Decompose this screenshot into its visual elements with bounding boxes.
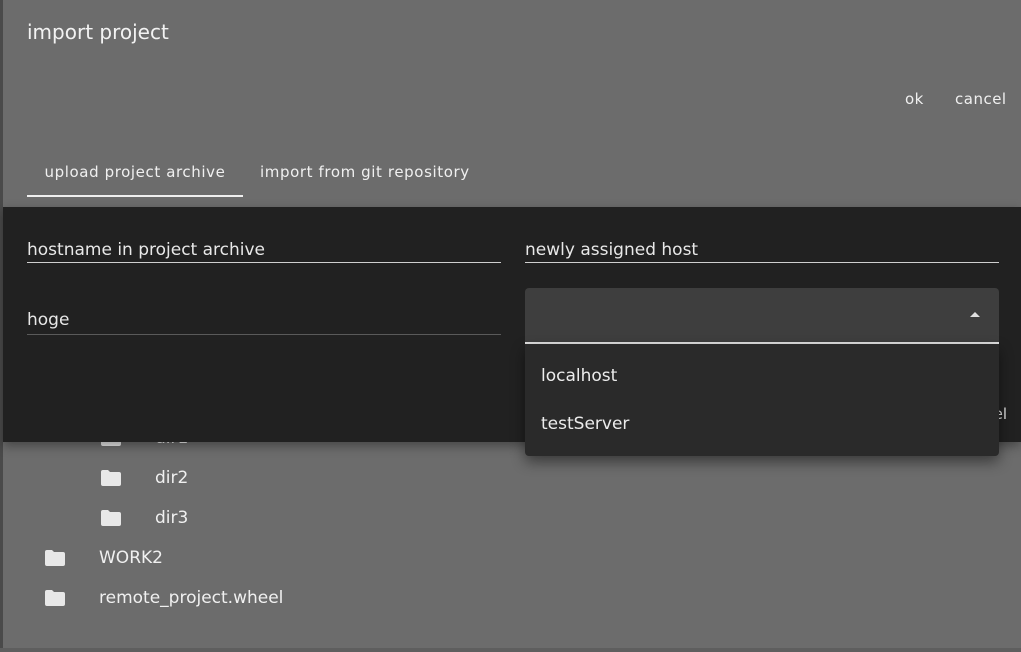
window-bottom-edge <box>0 648 1021 652</box>
caret-up-icon <box>970 312 980 317</box>
dialog-title: import project <box>27 20 169 44</box>
cancel-button[interactable]: cancel <box>955 90 1007 108</box>
assigned-host-header: newly assigned host <box>525 240 999 263</box>
archive-hostname-value: hoge <box>27 310 501 335</box>
host-select-menu: localhost testServer <box>525 344 999 456</box>
source-hostname-header: hostname in project archive <box>27 240 501 263</box>
folder-icon <box>101 470 121 486</box>
folder-icon <box>45 590 65 606</box>
folder-icon <box>45 550 65 566</box>
tree-item-label: WORK2 <box>99 548 163 568</box>
tree-item-label: dir3 <box>155 508 189 528</box>
tree-item-label: dir2 <box>155 468 189 488</box>
option-localhost[interactable]: localhost <box>541 366 617 386</box>
host-select[interactable] <box>525 288 999 344</box>
tab-upload-project-archive[interactable]: upload project archive <box>27 163 243 197</box>
tree-item-dir3[interactable]: dir3 <box>100 506 188 530</box>
tree-item-dir2[interactable]: dir2 <box>100 466 188 490</box>
folder-icon <box>101 510 121 526</box>
tab-import-from-git-repository[interactable]: import from git repository <box>260 163 470 195</box>
tree-item-label: remote_project.wheel <box>99 588 284 608</box>
tree-item-work2[interactable]: WORK2 <box>44 546 163 570</box>
tree-item-remote-project-wheel[interactable]: remote_project.wheel <box>44 586 283 610</box>
ok-button[interactable]: ok <box>905 90 924 108</box>
option-testserver[interactable]: testServer <box>541 414 629 434</box>
